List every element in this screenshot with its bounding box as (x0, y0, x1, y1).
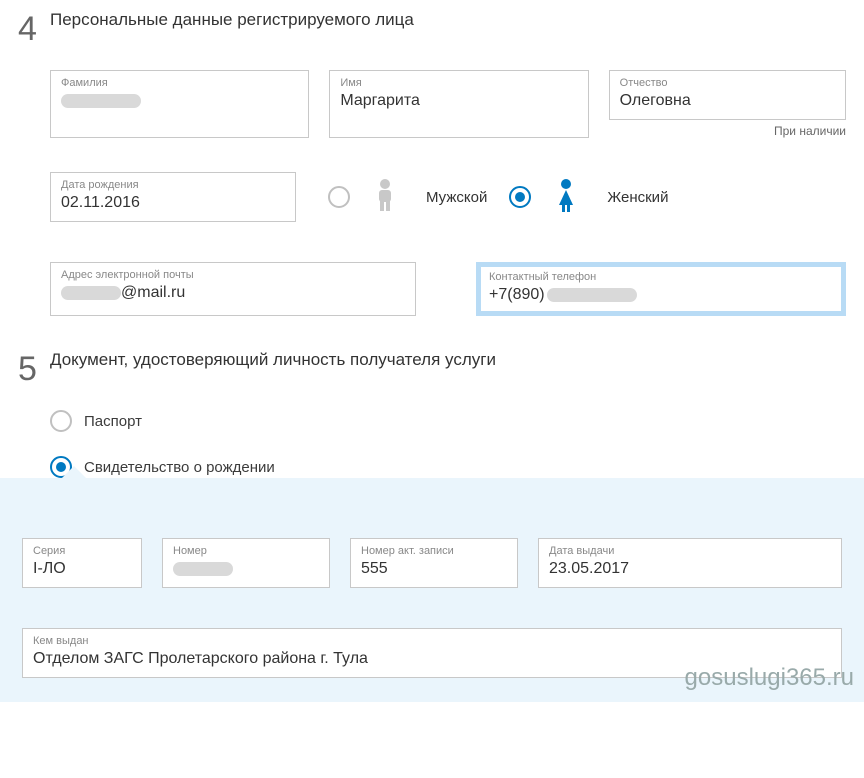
email-prefix-redacted (61, 286, 121, 300)
record-label: Номер акт. записи (361, 545, 507, 557)
docnum-label: Номер (173, 545, 319, 557)
dob-field[interactable]: Дата рождения 02.11.2016 (50, 172, 296, 222)
surname-field[interactable]: Фамилия (50, 70, 309, 138)
email-field[interactable]: Адрес электронной почты @mail.ru (50, 262, 416, 316)
section4-title: Персональные данные регистрируемого лица (50, 10, 846, 30)
dob-label: Дата рождения (61, 179, 285, 191)
phone-field[interactable]: Контактный телефон +7(890) (476, 262, 846, 316)
phone-label: Контактный телефон (489, 271, 833, 283)
patronymic-label: Отчество (620, 77, 835, 89)
male-icon (372, 177, 398, 218)
record-field[interactable]: Номер акт. записи 555 (350, 538, 518, 588)
series-field[interactable]: Серия I-ЛО (22, 538, 142, 588)
patronymic-hint: При наличии (609, 124, 846, 138)
doc-option-birthcert[interactable]: Свидетельство о рождении (50, 456, 846, 478)
firstname-value: Маргарита (340, 91, 577, 111)
gender-male-label: Мужской (426, 189, 487, 206)
passport-label: Паспорт (84, 413, 142, 430)
issuedate-value: 23.05.2017 (549, 559, 831, 579)
watermark-text: gosuslugi365.ru (685, 664, 854, 692)
email-suffix: @mail.ru (121, 284, 185, 302)
surname-label: Фамилия (61, 77, 298, 89)
gender-female-label: Женский (607, 189, 668, 206)
series-label: Серия (33, 545, 131, 557)
gender-female-radio[interactable] (509, 186, 531, 208)
patronymic-field[interactable]: Отчество Олеговна (609, 70, 846, 120)
issuedate-label: Дата выдачи (549, 545, 831, 557)
dob-value: 02.11.2016 (61, 193, 285, 213)
series-value: I-ЛО (33, 559, 131, 579)
step-number-4: 4 (18, 10, 50, 316)
birthcert-label: Свидетельство о рождении (84, 459, 275, 476)
section5-title: Документ, удостоверяющий личность получа… (50, 350, 846, 370)
docnum-redacted (173, 562, 233, 576)
gender-male-radio[interactable] (328, 186, 350, 208)
birthcert-panel: Серия I-ЛО Номер Номер акт. записи 555 Д… (0, 478, 864, 702)
passport-radio[interactable] (50, 410, 72, 432)
email-label: Адрес электронной почты (61, 269, 405, 281)
phone-suffix-redacted (547, 288, 637, 302)
issuedate-field[interactable]: Дата выдачи 23.05.2017 (538, 538, 842, 588)
female-icon (553, 177, 579, 218)
phone-prefix: +7(890) (489, 286, 545, 304)
firstname-label: Имя (340, 77, 577, 89)
doc-option-passport[interactable]: Паспорт (50, 410, 846, 432)
surname-redacted (61, 94, 141, 108)
docnum-field[interactable]: Номер (162, 538, 330, 588)
step-number-5: 5 (18, 350, 50, 478)
firstname-field[interactable]: Имя Маргарита (329, 70, 588, 138)
issuer-label: Кем выдан (33, 635, 831, 647)
patronymic-value: Олеговна (620, 91, 835, 111)
record-value: 555 (361, 559, 507, 579)
